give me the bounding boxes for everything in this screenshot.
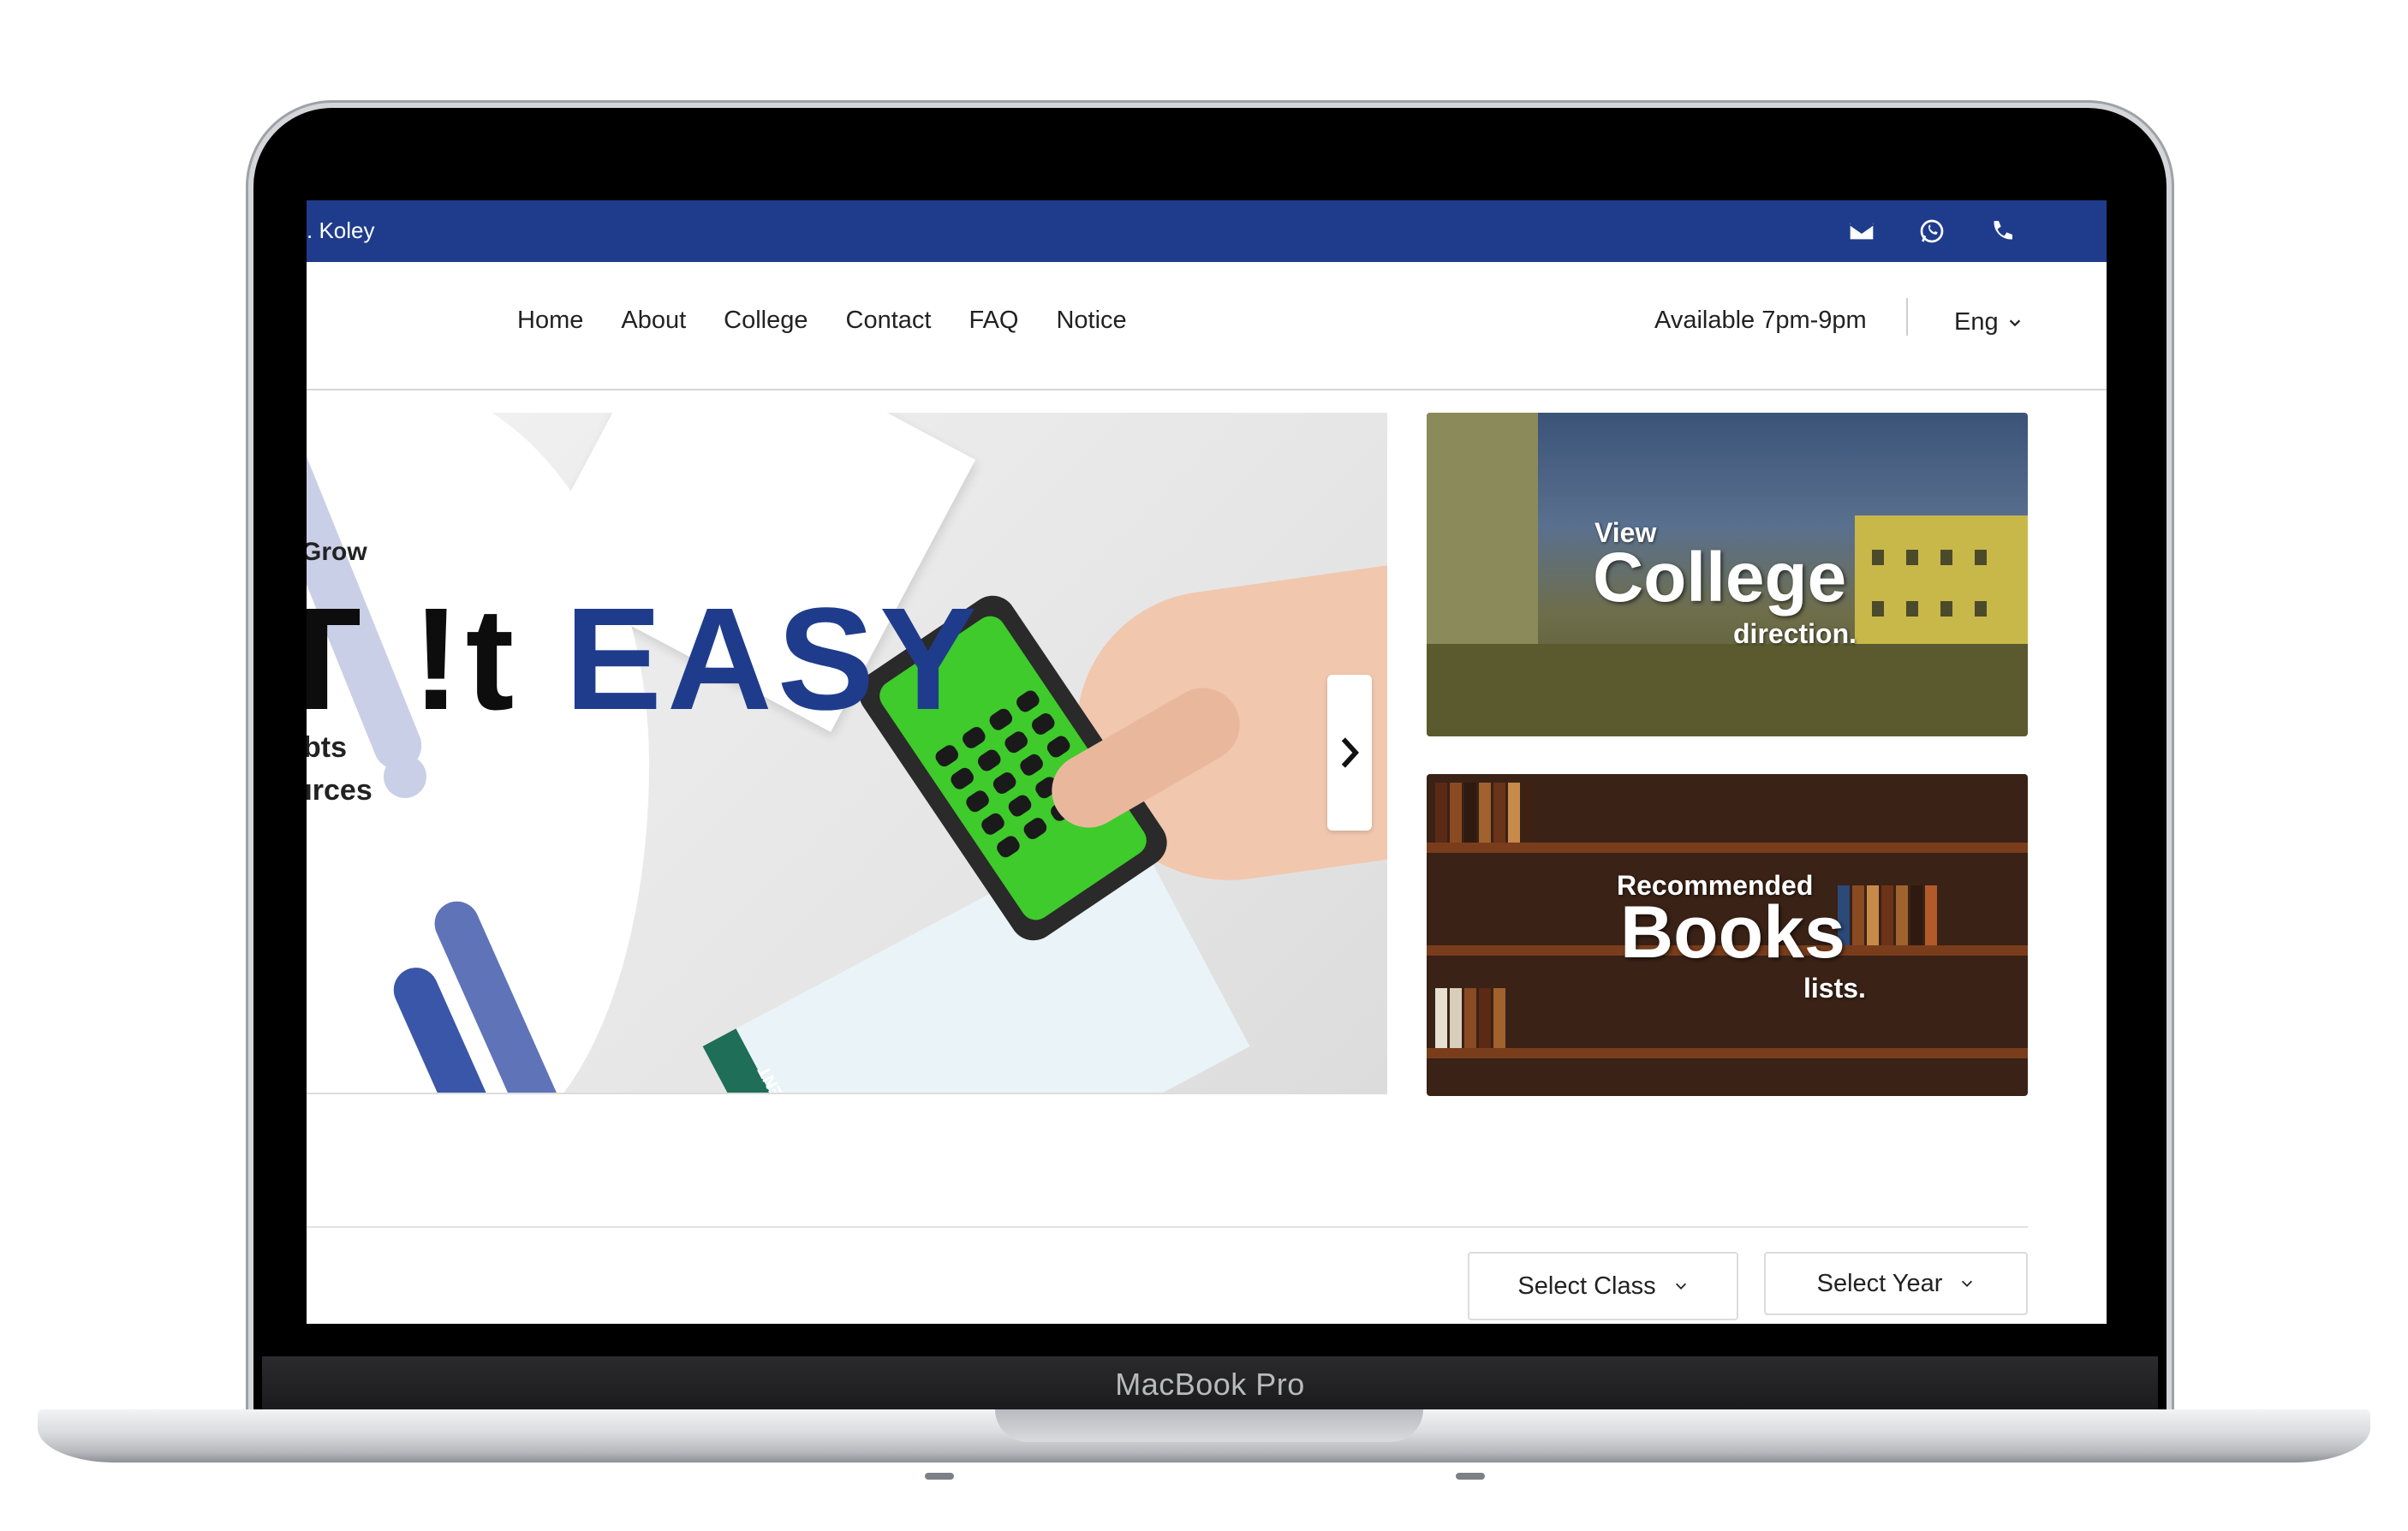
select-year-label: Select Year	[1816, 1269, 1943, 1297]
hero-headline-dark: T !t	[307, 578, 520, 741]
nav-item-contact[interactable]: Contact	[846, 307, 932, 335]
nav-item-home[interactable]: Home	[517, 307, 583, 335]
hero-headline: T !t EASY	[307, 575, 981, 743]
language-label: Eng	[1954, 308, 1999, 336]
laptop-foot	[1456, 1473, 1485, 1480]
select-class-label: Select Class	[1517, 1272, 1656, 1300]
nav-item-faq[interactable]: FAQ	[969, 307, 1018, 335]
college-direction-card[interactable]: View College direction.	[1427, 413, 2028, 736]
college-card-title: College	[1593, 539, 1847, 617]
nav-item-notice[interactable]: Notice	[1056, 307, 1126, 335]
top-bar: . Koley	[307, 200, 2107, 262]
laptop-foot	[925, 1473, 954, 1480]
nav-item-college[interactable]: College	[724, 307, 808, 335]
hero-text-grow: Grow	[307, 538, 367, 566]
language-dropdown[interactable]: Eng	[1954, 308, 2023, 337]
books-card-title: Books	[1620, 891, 1845, 974]
chevron-right-icon	[1341, 737, 1360, 768]
section-divider	[307, 1226, 2028, 1228]
college-card-bottom: direction.	[1733, 618, 1857, 649]
contact-icons	[1846, 216, 2018, 247]
main-nav: Home About College Contact FAQ Notice Av…	[307, 262, 2107, 390]
hero-slider: STUDENT Grow T !t EASY bts urces	[307, 413, 1387, 1094]
nav-menu: Home About College Contact FAQ Notice	[517, 307, 1127, 335]
whatsapp-icon[interactable]	[1916, 216, 1947, 247]
chevron-down-icon	[1675, 1283, 1686, 1290]
availability-text: Available 7pm-9pm	[1654, 307, 1867, 334]
screen: . Koley Home About College Contact FAQ N…	[307, 200, 2107, 1324]
recommended-books-card[interactable]: Recommended Books lists.	[1427, 774, 2028, 1096]
decor-dot	[384, 755, 426, 798]
hero-headline-blue: EASY	[564, 578, 982, 741]
envelope-icon[interactable]	[1846, 216, 1877, 247]
chevron-down-icon	[1962, 1280, 1973, 1287]
laptop-chin: MacBook Pro	[262, 1356, 2158, 1413]
select-year-dropdown[interactable]: Select Year	[1764, 1252, 2028, 1315]
laptop-notch	[995, 1409, 1423, 1442]
books-card-bottom: lists.	[1803, 973, 1866, 1004]
select-class-dropdown[interactable]: Select Class	[1468, 1252, 1738, 1320]
hero-text-3: urces	[307, 774, 373, 807]
device-label: MacBook Pro	[1115, 1367, 1305, 1402]
chevron-down-icon	[2009, 319, 2020, 326]
slider-next-button[interactable]	[1327, 675, 1372, 831]
nav-separator	[1906, 298, 1908, 336]
hero-text-2: bts	[307, 731, 347, 764]
notepad-label: STUDENT	[754, 1062, 810, 1093]
nav-item-about[interactable]: About	[621, 307, 686, 335]
user-name: . Koley	[307, 217, 375, 243]
phone-icon[interactable]	[1987, 216, 2018, 247]
